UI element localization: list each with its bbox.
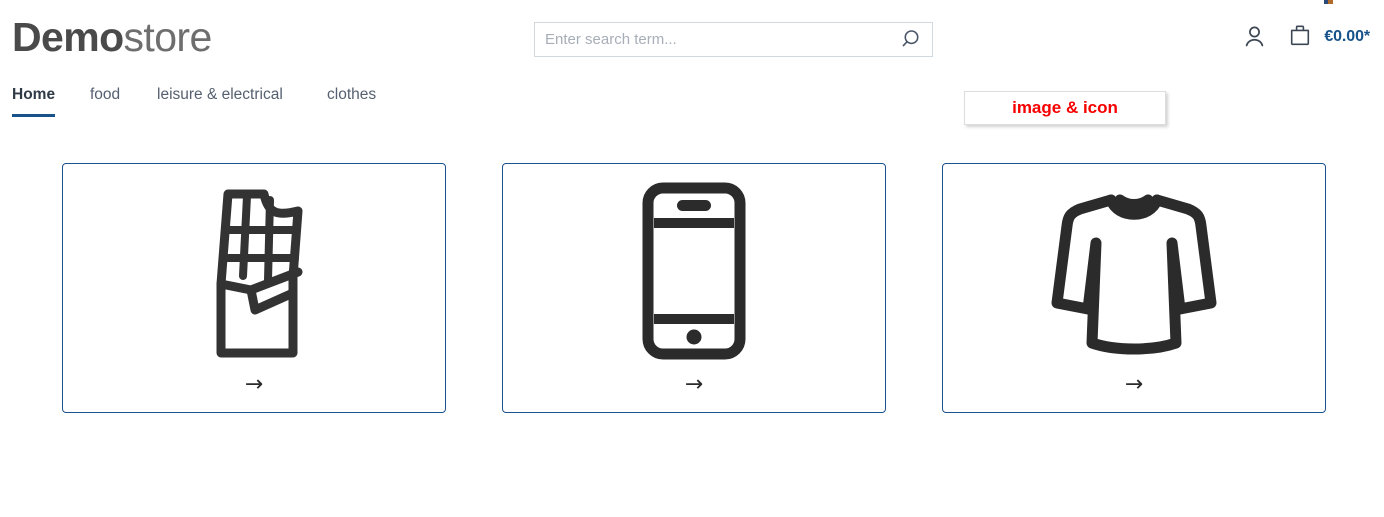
logo-light-text: store (123, 14, 213, 60)
search-input[interactable] (535, 23, 890, 56)
card-arrow-clothes[interactable]: → (943, 374, 1325, 396)
site-logo[interactable]: Demostore (12, 13, 212, 61)
cart-total-price[interactable]: €0.00* (1324, 28, 1370, 46)
shopping-bag-icon (1291, 25, 1310, 46)
nav-item-home[interactable]: Home (12, 84, 56, 117)
card-icon-wrap (943, 178, 1325, 363)
header-actions: €0.00* (1232, 24, 1370, 49)
category-card-leisure-electrical[interactable]: → (502, 163, 886, 413)
account-button[interactable] (1243, 24, 1266, 49)
image-and-icon-tooltip: image & icon (964, 91, 1166, 125)
main-navigation: Home food leisure & electrical clothes (0, 84, 1384, 117)
nav-item-leisure-electrical[interactable]: leisure & electrical (157, 84, 283, 114)
search-icon (902, 30, 918, 47)
search-bar[interactable] (534, 22, 933, 57)
long-sleeve-shirt-icon (1051, 194, 1217, 354)
logo-bold-text: Demo (12, 14, 124, 60)
nav-item-clothes[interactable]: clothes (327, 84, 376, 114)
tooltip-label: image & icon (1012, 98, 1118, 117)
card-arrow-leisure-electrical[interactable]: → (503, 374, 885, 396)
card-icon-wrap (63, 178, 445, 363)
category-card-grid: → → → (0, 163, 1384, 415)
search-submit-button[interactable] (888, 23, 932, 56)
category-card-clothes[interactable]: → (942, 163, 1326, 413)
site-header: Demostore €0.00* (0, 0, 1384, 78)
person-icon (1246, 26, 1264, 47)
chocolate-bar-icon (216, 189, 303, 357)
nav-item-food[interactable]: food (90, 84, 120, 114)
smartphone-icon (642, 182, 746, 359)
cart-button[interactable] (1288, 24, 1312, 49)
card-arrow-food[interactable]: → (63, 374, 445, 396)
card-icon-wrap (503, 178, 885, 363)
category-card-food[interactable]: → (62, 163, 446, 413)
